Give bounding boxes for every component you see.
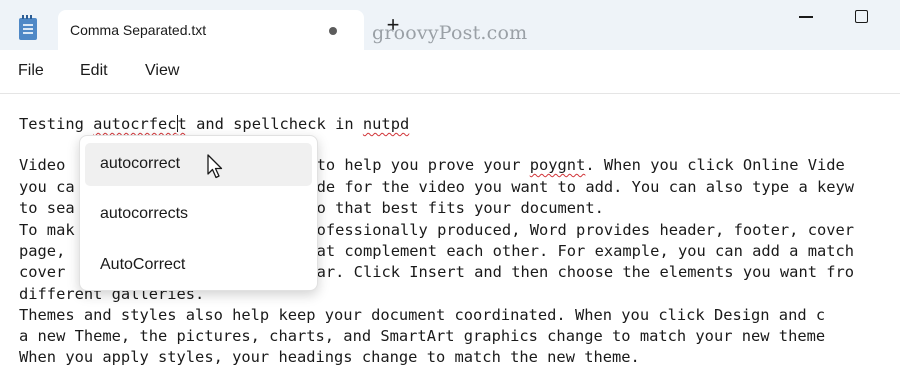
suggestion-autocorrect[interactable]: autocorrect [85,143,312,186]
menu-bar: File Edit View [0,50,900,94]
tab-title: Comma Separated.txt [70,22,207,38]
suggestion-label: autocorrects [100,205,189,222]
watermark: groovyPost.com [372,22,528,44]
suggestion-autocorrect-capitalized[interactable]: AutoCorrect [85,244,312,287]
tab-comma-separated[interactable]: Comma Separated.txt [58,10,364,50]
menu-edit[interactable]: Edit [80,62,108,80]
notepad-icon [19,15,37,40]
title-bar: Comma Separated.txt + groovyPost.com [0,0,900,50]
misspelled-word-autocrfect: autocrfect [93,115,187,133]
spelling-suggestions-menu: autocorrect autocorrects AutoCorrect [79,135,318,291]
text-line-9: Themes and styles also help keep your do… [19,306,826,324]
misspelled-word-poygnt: poygnt [529,156,586,174]
menu-file[interactable]: File [18,62,44,80]
misspelled-word-nutpd: nutpd [362,115,410,133]
suggestion-autocorrects[interactable]: autocorrects [85,193,312,236]
mouse-pointer-icon [207,154,223,179]
unsaved-dot-icon[interactable] [329,27,337,35]
text-line-11: When you apply styles, your headings cha… [19,348,640,366]
suggestion-label: autocorrect [100,155,181,172]
minimize-icon[interactable] [799,16,813,18]
text-line-10: a new Theme, the pictures, charts, and S… [19,327,826,345]
maximize-icon[interactable] [855,10,868,23]
text-line-1: Testing autocrfect and spellcheck in nut… [19,115,410,133]
suggestion-label: AutoCorrect [100,256,186,273]
menu-view[interactable]: View [145,62,179,80]
